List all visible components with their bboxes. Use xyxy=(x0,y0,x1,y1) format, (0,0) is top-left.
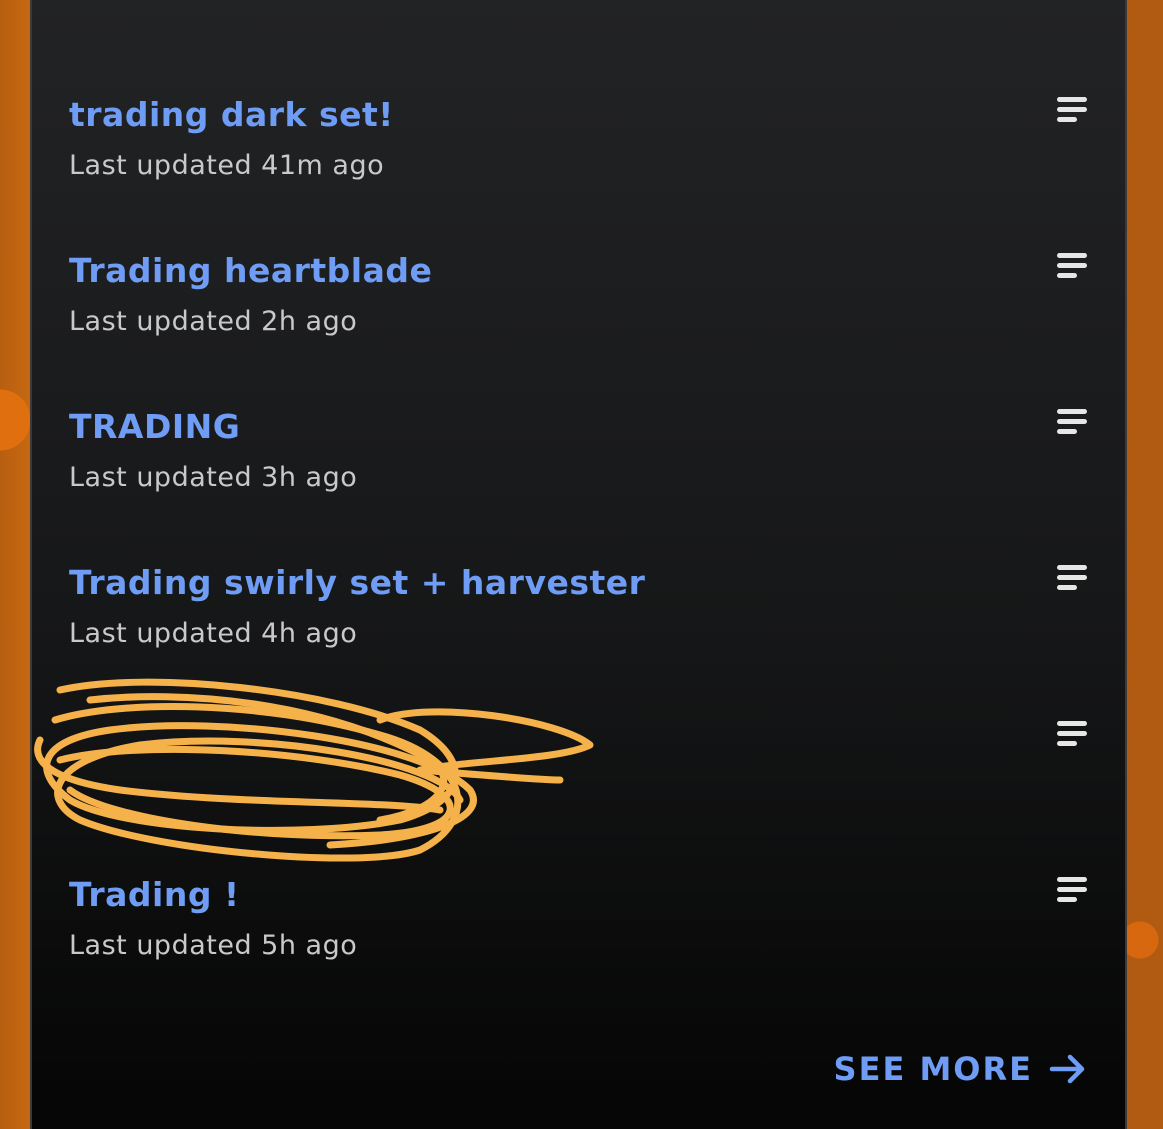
options-menu-icon[interactable] xyxy=(1057,95,1089,127)
arrow-right-icon xyxy=(1049,1054,1085,1084)
options-menu-icon[interactable] xyxy=(1057,407,1089,439)
item-last-updated: Last updated 3h ago xyxy=(69,462,358,493)
item-last-updated: Last updated 4h ago xyxy=(69,618,358,649)
trade-list-panel: trading dark set! Last updated 41m ago T… xyxy=(30,0,1127,1129)
item-last-updated: Last updated 2h ago xyxy=(69,306,358,337)
item-title[interactable]: Trading ! xyxy=(69,875,240,914)
see-more-button[interactable]: SEE MORE xyxy=(834,1050,1087,1088)
item-title[interactable]: Trading swirly set + harvester xyxy=(69,563,645,602)
item-last-updated: Last updated 41m ago xyxy=(69,150,385,181)
item-last-updated: Last updated 5h ago xyxy=(69,930,358,961)
list-item[interactable]: Trading ! Last updated 5h ago xyxy=(69,875,1099,995)
options-menu-icon[interactable] xyxy=(1057,251,1089,283)
see-more-label: SEE MORE xyxy=(833,1050,1033,1088)
list-item[interactable]: trading dark set! Last updated 41m ago xyxy=(69,95,1099,215)
options-menu-icon[interactable] xyxy=(1057,563,1089,595)
list-item[interactable]: Trading heartblade Last updated 2h ago xyxy=(69,251,1099,371)
item-title[interactable]: Trading heartblade xyxy=(69,251,432,290)
list-item-redacted[interactable] xyxy=(69,719,1099,839)
item-title[interactable]: trading dark set! xyxy=(69,95,394,134)
item-title[interactable]: TRADING xyxy=(69,407,240,446)
list-item[interactable]: Trading swirly set + harvester Last upda… xyxy=(69,563,1099,683)
options-menu-icon[interactable] xyxy=(1057,719,1089,751)
options-menu-icon[interactable] xyxy=(1057,875,1089,907)
list-item[interactable]: TRADING Last updated 3h ago xyxy=(69,407,1099,527)
